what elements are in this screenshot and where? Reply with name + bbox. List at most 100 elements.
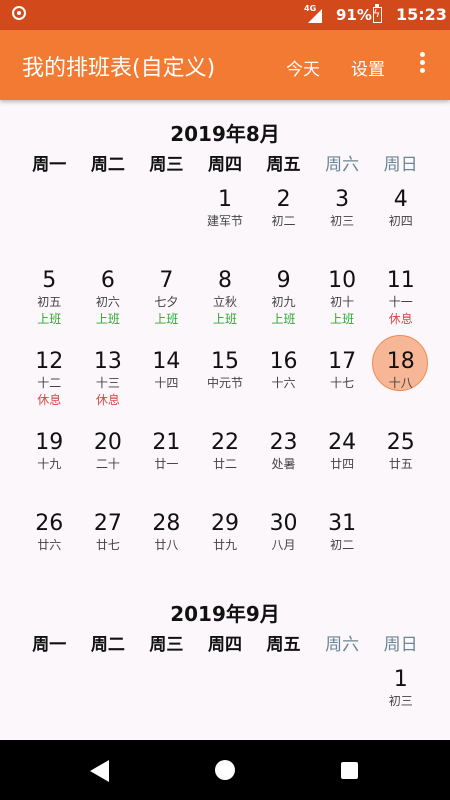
day-cell[interactable]: 18 十八: [371, 335, 430, 391]
lunar-date: 十九: [37, 457, 62, 471]
day-cell[interactable]: 15 中元节: [196, 349, 255, 391]
day-cell[interactable]: 28 廿八: [137, 511, 196, 553]
lunar-date: 廿九: [212, 538, 237, 552]
day-cell[interactable]: 22 廿二: [196, 430, 255, 472]
day-number: 3: [335, 187, 350, 212]
recent-apps-icon[interactable]: [341, 762, 358, 779]
day-number: 31: [328, 511, 357, 536]
day-number: 12: [35, 349, 64, 374]
app-bar: 我的排班表(自定义) 今天 设置: [0, 30, 450, 100]
status-bar: 4G 91% 15:23: [0, 0, 450, 30]
day-cell[interactable]: 17 十七: [313, 349, 372, 391]
lunar-date: 初九: [271, 295, 296, 309]
day-cell[interactable]: 27 廿七: [79, 511, 138, 553]
day-cell[interactable]: 29 廿九: [196, 511, 255, 553]
day-number: 1: [393, 667, 408, 692]
day-cell[interactable]: 16 十六: [254, 349, 313, 391]
weekday-label: 周五: [266, 155, 301, 175]
shift-work-label: 上班: [154, 312, 179, 326]
day-cell[interactable]: 30 八月: [254, 511, 313, 553]
day-cell[interactable]: 13 十三 休息: [79, 349, 138, 409]
day-cell[interactable]: 20 二十: [79, 430, 138, 472]
lunar-date: 初二: [271, 214, 296, 228]
day-cell[interactable]: 6 初六 上班: [79, 268, 138, 328]
day-cell[interactable]: 14 十四: [137, 349, 196, 391]
weekday-label: 周日: [383, 635, 418, 655]
weekday-label: 周一: [32, 635, 67, 655]
day-cell[interactable]: 2 初二: [254, 187, 313, 229]
more-options-icon[interactable]: [418, 52, 426, 78]
day-cell[interactable]: 3 初三: [313, 187, 372, 229]
day-cell[interactable]: 25 廿五: [371, 430, 430, 472]
day-number: 22: [210, 430, 239, 455]
shift-work-label: 上班: [212, 312, 237, 326]
day-number: 9: [276, 268, 291, 293]
weekday-label: 周六: [325, 155, 360, 175]
day-cell[interactable]: 8 立秋 上班: [196, 268, 255, 328]
lunar-date: 十二: [37, 376, 62, 390]
day-number: 18: [386, 349, 415, 374]
day-cell[interactable]: 1 初三: [371, 667, 430, 709]
weekday-label: 周一: [32, 155, 67, 175]
day-cell[interactable]: 12 十二 休息: [20, 349, 79, 409]
weekday-label: 周五: [266, 635, 301, 655]
day-number: 1: [217, 187, 232, 212]
weekday-label: 周二: [90, 635, 125, 655]
lunar-date: 初六: [95, 295, 120, 309]
day-cell[interactable]: 31 初二: [313, 511, 372, 553]
shift-work-label: 上班: [330, 312, 355, 326]
day-number: 23: [269, 430, 298, 455]
battery-charging-icon: [373, 4, 382, 23]
day-number: 20: [93, 430, 122, 455]
lunar-date: 十六: [271, 376, 296, 390]
day-number: 7: [159, 268, 174, 293]
weekday-label: 周三: [149, 635, 184, 655]
lunar-date: 初三: [388, 694, 413, 708]
weekday-label: 周日: [383, 155, 418, 175]
lunar-date: 中元节: [206, 376, 243, 390]
lunar-date: 廿二: [212, 457, 237, 471]
day-cell[interactable]: 9 初九 上班: [254, 268, 313, 328]
signal-icon: [308, 9, 322, 23]
day-number: 16: [269, 349, 298, 374]
day-number: 17: [328, 349, 357, 374]
month-title: 2019年8月: [170, 122, 280, 146]
day-number: 11: [386, 268, 415, 293]
lunar-date: 十八: [388, 376, 413, 390]
day-cell[interactable]: 5 初五 上班: [20, 268, 79, 328]
month-title: 2019年9月: [170, 602, 280, 626]
day-cell[interactable]: 4 初四: [371, 187, 430, 229]
lunar-date: 十四: [154, 376, 179, 390]
day-number: 25: [386, 430, 415, 455]
day-cell[interactable]: 1 建军节: [196, 187, 255, 229]
weekday-label: 周二: [90, 155, 125, 175]
lunar-date: 十七: [330, 376, 355, 390]
day-cell[interactable]: 21 廿一: [137, 430, 196, 472]
lunar-date: 十一: [388, 295, 413, 309]
back-icon[interactable]: [90, 760, 109, 782]
home-icon[interactable]: [215, 760, 235, 780]
battery-percent: 91%: [336, 6, 372, 24]
day-cell[interactable]: 11 十一 休息: [371, 268, 430, 328]
lunar-date: 建军节: [206, 214, 243, 228]
day-cell[interactable]: 26 廿六: [20, 511, 79, 553]
day-cell[interactable]: 24 廿四: [313, 430, 372, 472]
lunar-date: 廿八: [154, 538, 179, 552]
weekday-label: 周六: [325, 635, 360, 655]
day-number: 2: [276, 187, 291, 212]
day-number: 15: [210, 349, 239, 374]
day-cell[interactable]: 10 初十 上班: [313, 268, 372, 328]
status-time: 15:23: [396, 5, 447, 24]
day-number: 4: [393, 187, 408, 212]
today-button[interactable]: 今天: [286, 55, 320, 80]
weekday-label: 周四: [207, 635, 242, 655]
lunar-date: 十三: [95, 376, 120, 390]
day-number: 27: [93, 511, 122, 536]
day-cell[interactable]: 7 七夕 上班: [137, 268, 196, 328]
lunar-date: 廿五: [388, 457, 413, 471]
weekday-label: 周四: [207, 155, 242, 175]
day-cell[interactable]: 23 处暑: [254, 430, 313, 472]
day-number: 5: [42, 268, 57, 293]
day-cell[interactable]: 19 十九: [20, 430, 79, 472]
settings-button[interactable]: 设置: [351, 55, 385, 80]
